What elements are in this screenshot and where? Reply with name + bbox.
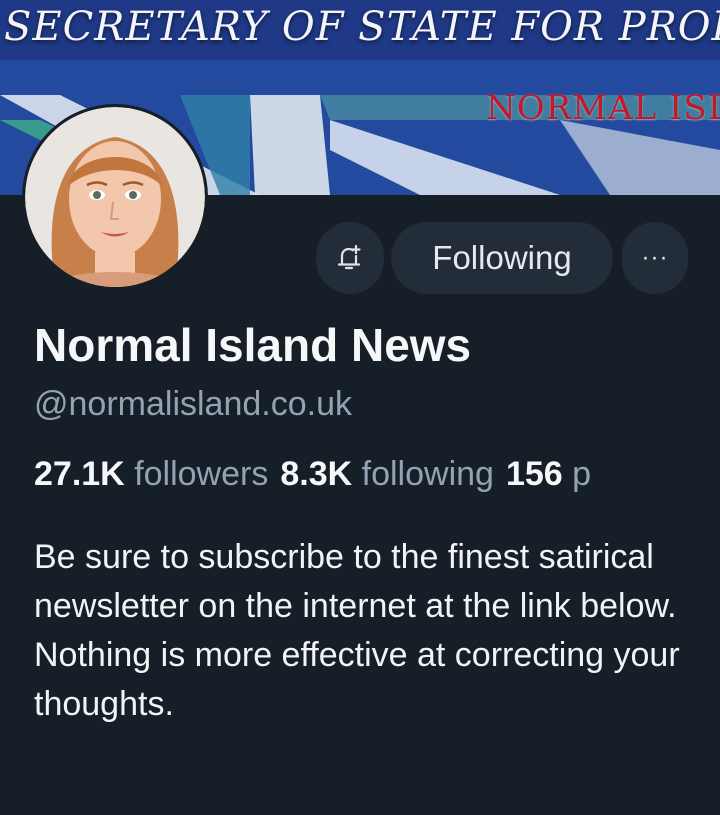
followers-label: followers	[134, 455, 269, 493]
following-count: 8.3K	[280, 455, 353, 493]
profile-bio: Be sure to subscribe to the finest satir…	[34, 538, 680, 723]
more-options-button[interactable]: ···	[622, 222, 688, 294]
bell-plus-icon	[337, 244, 361, 270]
profile-handle[interactable]: @normalisland.co.uk	[34, 385, 352, 424]
profile-stats: 27.1K followers 8.3K following 156 p	[34, 455, 720, 494]
followers-stat[interactable]: 27.1K followers	[34, 455, 268, 493]
following-label: following	[361, 455, 494, 493]
profile-actions: Following ···	[0, 222, 720, 294]
followers-count: 27.1K	[34, 455, 125, 493]
posts-count: 156	[505, 455, 563, 493]
posts-stat: 156 p	[506, 455, 591, 493]
banner-subtitle: NORMAL ISL	[486, 88, 720, 128]
notify-button[interactable]	[316, 222, 384, 294]
display-name: Normal Island News	[34, 319, 472, 371]
posts-label: p	[572, 455, 592, 493]
following-button[interactable]: Following	[391, 222, 613, 294]
following-stat[interactable]: 8.3K following	[280, 455, 494, 493]
banner-title: SECRETARY OF STATE FOR PROPAGAI	[4, 4, 720, 50]
